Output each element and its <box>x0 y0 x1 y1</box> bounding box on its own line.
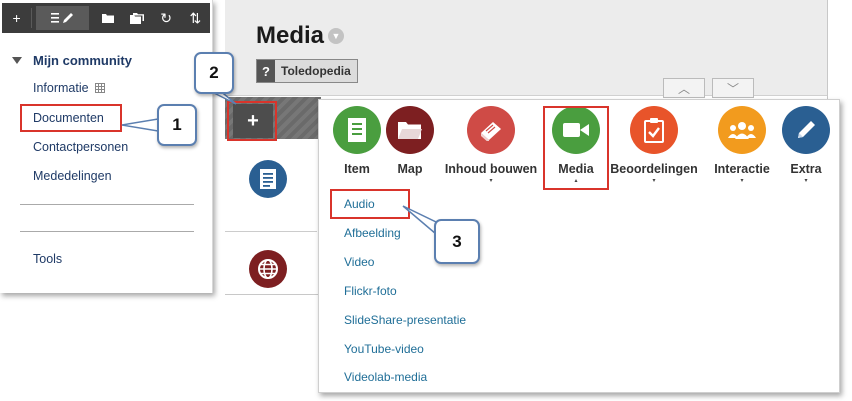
callout-1: 1 <box>157 104 197 146</box>
callout-number: 2 <box>209 63 219 82</box>
callout-number: 1 <box>172 115 182 134</box>
callout-2: 2 <box>194 52 234 94</box>
callout-number: 3 <box>452 231 462 251</box>
callout-3: 3 <box>434 219 480 264</box>
callout-connectors <box>121 88 437 236</box>
